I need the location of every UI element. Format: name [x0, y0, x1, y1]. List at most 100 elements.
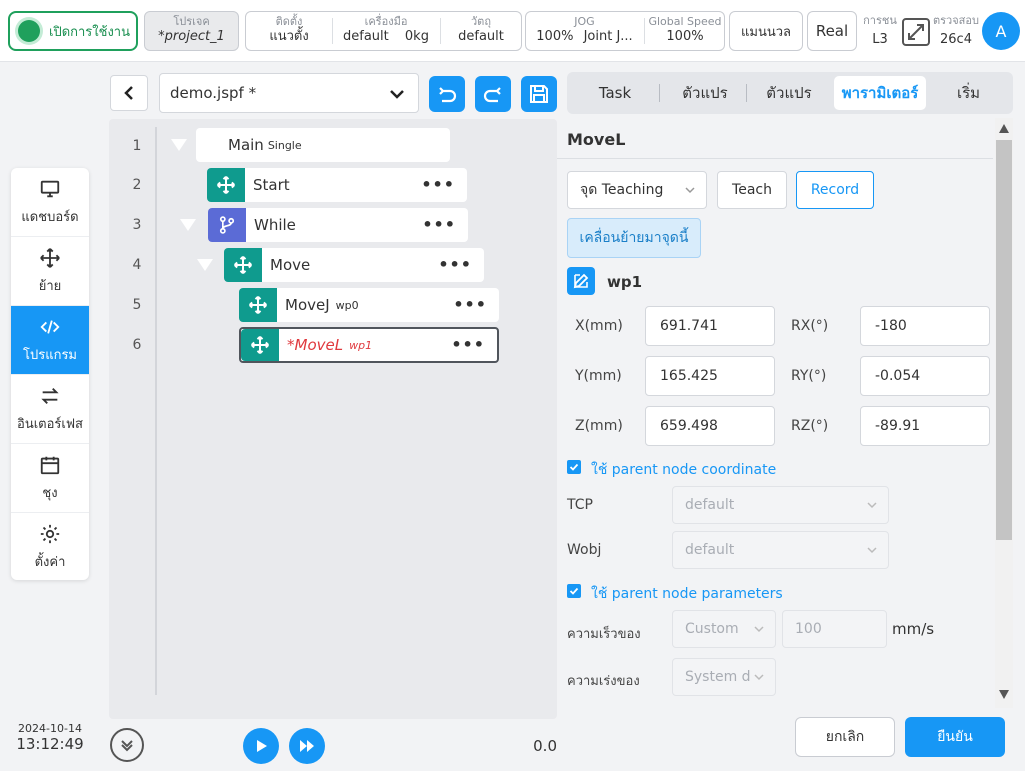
cancel-button[interactable]: ยกเลิก [795, 717, 895, 757]
tree-node-while[interactable]: While ••• [208, 208, 468, 242]
parent-coord-label[interactable]: ใช้ parent node coordinate [591, 459, 776, 481]
project-value: *project_1 [158, 29, 225, 44]
nav-label: ชุง [42, 485, 58, 501]
detail-tabs: Task ตัวแปร ตัวแปร พารามิเตอร์ เริ่ม [567, 72, 1013, 114]
tab-variables-2[interactable]: ตัวแปร [749, 76, 829, 110]
back-button[interactable] [110, 75, 148, 111]
undo-icon [439, 87, 457, 103]
tree-node-movel-selected[interactable]: *MoveL wp1 ••• [239, 327, 499, 363]
tab-task[interactable]: Task [575, 76, 655, 110]
enable-button[interactable]: เปิดการใช้งาน [8, 11, 138, 51]
rx-input[interactable]: -180 [860, 306, 990, 346]
nav-item-program[interactable]: โปรแกรม [11, 306, 89, 375]
tree-node-start[interactable]: Start ••• [207, 168, 467, 202]
step-button[interactable] [289, 728, 325, 764]
scrollbar-thumb[interactable] [996, 140, 1012, 540]
collapse-toggle[interactable] [171, 139, 187, 151]
object-value: default [458, 29, 504, 44]
play-button[interactable] [243, 728, 279, 764]
undo-button[interactable] [429, 76, 465, 112]
accel-mode-select[interactable]: System d [672, 658, 776, 696]
check-icon [569, 587, 579, 595]
nav-item-move[interactable]: ย้าย [11, 237, 89, 306]
tree-node-main[interactable]: Main Single [196, 128, 450, 162]
accel-mode-value: System d [685, 669, 751, 685]
tab-start[interactable]: เริ่ม [931, 76, 1006, 110]
collapse-toggle[interactable] [180, 219, 196, 231]
object-cell[interactable]: วัตถุ default [441, 12, 521, 50]
point-type-select[interactable]: จุด Teaching [567, 171, 707, 209]
tcp-select[interactable]: default [672, 486, 889, 524]
tree-node-move[interactable]: Move ••• [224, 248, 484, 282]
tab-variables[interactable]: ตัวแปร [665, 76, 745, 110]
tool-cell[interactable]: เครื่องมือ default 0kg [333, 12, 439, 50]
level-value: L3 [872, 32, 888, 47]
collision-level[interactable]: การชน L3 [862, 14, 898, 49]
branch-icon [208, 208, 246, 242]
nav-label: ย้าย [38, 278, 62, 294]
more-icon[interactable]: ••• [422, 215, 456, 234]
time-label: 13:12:49 [16, 735, 84, 753]
redo-button[interactable] [475, 76, 511, 112]
jog-panel[interactable]: JOG 100% Joint J... Global Speed 100% [525, 11, 725, 51]
z-input[interactable]: 659.498 [645, 406, 775, 446]
ry-label: RY(°) [791, 368, 827, 384]
avatar[interactable]: A [982, 12, 1020, 50]
wobj-select[interactable]: default [672, 531, 889, 569]
expand-down-button[interactable] [110, 728, 144, 762]
save-button[interactable] [521, 76, 557, 112]
tree-node-movej[interactable]: MoveJ wp0 ••• [239, 288, 499, 322]
accel-label: ความเร่งของ [567, 674, 640, 689]
speed-value: 100 [795, 621, 822, 637]
ry-input[interactable]: -0.054 [860, 356, 990, 396]
collapse-toggle[interactable] [197, 259, 213, 271]
more-icon[interactable]: ••• [438, 255, 472, 274]
tab-parameters[interactable]: พารามิเตอร์ [834, 76, 926, 110]
node-label: *MoveL [287, 336, 344, 354]
parent-coord-checkbox[interactable] [567, 460, 581, 474]
scroll-up-icon[interactable] [999, 124, 1009, 133]
check-icon [569, 463, 579, 471]
speed-mode-select[interactable]: Custom [672, 610, 776, 648]
checksum-cell[interactable]: ตรวจสอบ 26c4 [932, 14, 980, 49]
nav-item-dashboard[interactable]: แดชบอร์ด [11, 168, 89, 237]
more-icon[interactable]: ••• [451, 335, 485, 354]
edit-icon[interactable] [567, 267, 595, 295]
jog-caption: JOG [574, 15, 595, 28]
install-cell[interactable]: ติดตั้ง แนวตั้ง [246, 12, 332, 50]
jog-cell[interactable]: JOG 100% Joint J... [526, 12, 643, 50]
x-input[interactable]: 691.741 [645, 306, 775, 346]
more-icon[interactable]: ••• [421, 175, 455, 194]
move-to-point-button[interactable]: เคลื่อนย้ายมาจุดนี้ [567, 218, 701, 258]
nav-item-settings[interactable]: ตั้งค่า [11, 513, 89, 580]
y-input[interactable]: 165.425 [645, 356, 775, 396]
file-toolbar: demo.jspf * [100, 66, 557, 118]
move-icon [241, 329, 279, 361]
expand-icon[interactable] [902, 18, 930, 46]
more-icon[interactable]: ••• [453, 295, 487, 314]
nav-item-schedule[interactable]: ชุง [11, 444, 89, 513]
chevron-down-icon [754, 626, 764, 633]
tree-guide-line [155, 127, 157, 695]
parent-params-label[interactable]: ใช้ parent node parameters [591, 583, 783, 605]
install-caption: ติดตั้ง [275, 15, 303, 28]
record-button[interactable]: Record [796, 171, 874, 209]
x-label: X(mm) [575, 318, 623, 334]
global-speed-cell[interactable]: Global Speed 100% [645, 12, 725, 50]
file-select[interactable]: demo.jspf * [159, 73, 419, 113]
manual-mode-button[interactable]: แมนนวล [729, 11, 803, 51]
installation-panel[interactable]: ติดตั้ง แนวตั้ง เครื่องมือ default 0kg ว… [245, 11, 522, 51]
divider [746, 84, 747, 102]
confirm-button[interactable]: ยืนยัน [905, 717, 1005, 757]
nav-item-interface[interactable]: อินเตอร์เฟส [11, 375, 89, 444]
speed-value-input[interactable]: 100 [782, 610, 887, 648]
teach-button[interactable]: Teach [717, 171, 787, 209]
project-selector[interactable]: โปรเจค *project_1 [144, 11, 239, 51]
move-icon [239, 288, 277, 322]
rz-input[interactable]: -89.91 [860, 406, 990, 446]
parent-params-checkbox[interactable] [567, 584, 581, 598]
scrollbar[interactable] [995, 118, 1013, 708]
real-mode-button[interactable]: Real [807, 11, 857, 51]
scroll-down-icon[interactable] [999, 690, 1009, 699]
line-number: 1 [132, 138, 142, 154]
